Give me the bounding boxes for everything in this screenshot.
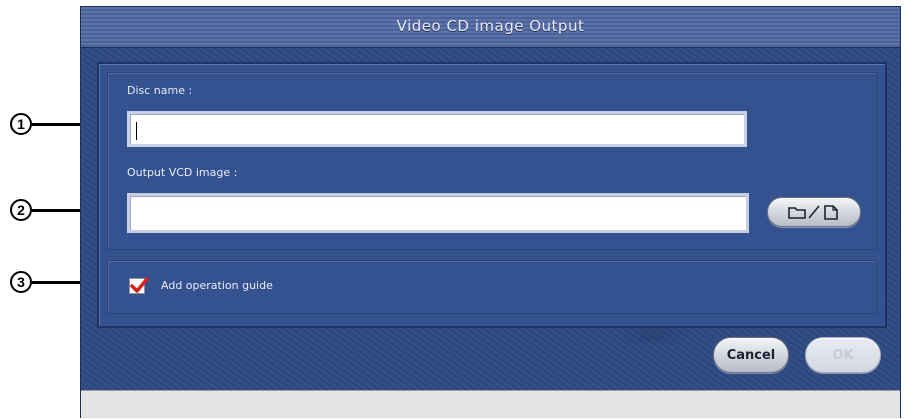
- browse-button[interactable]: [767, 197, 861, 227]
- title-bar[interactable]: Video CD image Output: [81, 7, 900, 48]
- add-guide-label: Add operation guide: [161, 279, 273, 292]
- status-bar: [81, 390, 900, 418]
- folder-document-icon: [788, 205, 838, 220]
- cancel-button[interactable]: Cancel: [713, 337, 789, 373]
- output-vcd-label: Output VCD image :: [127, 166, 238, 179]
- output-vcd-field[interactable]: [127, 193, 749, 233]
- disc-name-label: Disc name :: [127, 84, 193, 97]
- settings-panel: Disc name : Output VCD image : Add opera…: [97, 62, 887, 328]
- disc-name-field[interactable]: [127, 111, 747, 147]
- callout-1: 1: [10, 113, 32, 135]
- window-title: Video CD image Output: [396, 17, 585, 35]
- callout-2: 2: [10, 199, 32, 221]
- checkmark-icon: [130, 277, 149, 293]
- ok-button[interactable]: OK: [805, 337, 881, 373]
- text-caret: [136, 122, 137, 140]
- add-guide-checkbox[interactable]: [129, 277, 149, 294]
- dialog-window: Video CD image Output Disc name : Output…: [80, 6, 901, 418]
- callout-3: 3: [10, 271, 32, 293]
